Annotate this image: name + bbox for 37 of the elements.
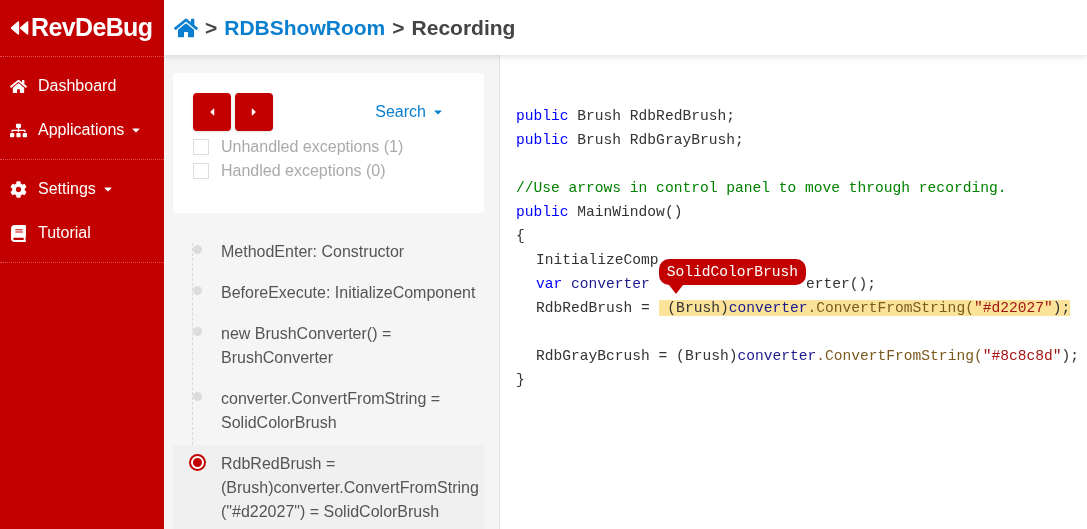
code-line: RdbGrayBcrush = (Brush)converter.ConvertFromString("#8c8c8d");	[536, 347, 1079, 366]
next-button[interactable]	[235, 93, 273, 131]
logo[interactable]: RevDeBug	[31, 9, 153, 47]
settings-icon	[10, 180, 27, 198]
code-line: InitializeComp	[536, 251, 659, 270]
nav-item[interactable]: Applications	[0, 119, 164, 141]
timeline-item[interactable]: RdbRedBrush = (Brush)converter.ConvertFromString ("#d22027") = SolidColorBrush	[173, 445, 484, 529]
code-line: //Use arrows in control panel to move through recording.	[516, 179, 1007, 198]
breadcrumb-current: Recording	[411, 14, 516, 41]
nav-item[interactable]: Tutorial	[0, 222, 164, 244]
sitemap-icon	[10, 121, 27, 139]
rewind-icon	[10, 18, 30, 38]
timeline-item[interactable]: converter.ConvertFromString = SolidColorBrush	[173, 380, 484, 445]
code-line: RdbRedBrush = (Brush)converter.ConvertFromString("#d22027");	[536, 299, 1071, 318]
checkbox[interactable]	[193, 163, 209, 179]
timeline-item[interactable]: MethodEnter: Constructor	[173, 233, 484, 274]
filter-label: Handled exceptions (0)	[221, 161, 386, 181]
checkbox[interactable]	[193, 139, 209, 155]
nav-item[interactable]: Settings	[0, 178, 164, 200]
previous-button[interactable]	[193, 93, 231, 131]
code-line: erter();	[806, 275, 877, 294]
search-dropdown[interactable]: Search	[375, 100, 444, 124]
timeline-item[interactable]: new BrushConverter() = BrushConverter	[173, 315, 484, 380]
breadcrumb-separator: >	[392, 14, 405, 41]
code-line: public Brush RdbRedBrush;	[516, 107, 735, 126]
code-line: public MainWindow()	[516, 203, 683, 222]
book-icon	[10, 224, 27, 242]
code-line: public Brush RdbGrayBrush;	[516, 131, 744, 150]
code-line: }	[516, 372, 525, 388]
nav-item[interactable]: Dashboard	[0, 75, 164, 97]
filter-label: Unhandled exceptions (1)	[221, 137, 404, 157]
home-icon	[10, 77, 27, 95]
timeline-item[interactable]: BeforeExecute: InitializeComponent	[173, 274, 484, 315]
breadcrumb-link[interactable]: RDBShowRoom	[224, 11, 386, 44]
code-line: var converter	[536, 275, 651, 294]
code-line: {	[516, 228, 525, 244]
breadcrumb-separator: >	[205, 14, 218, 41]
